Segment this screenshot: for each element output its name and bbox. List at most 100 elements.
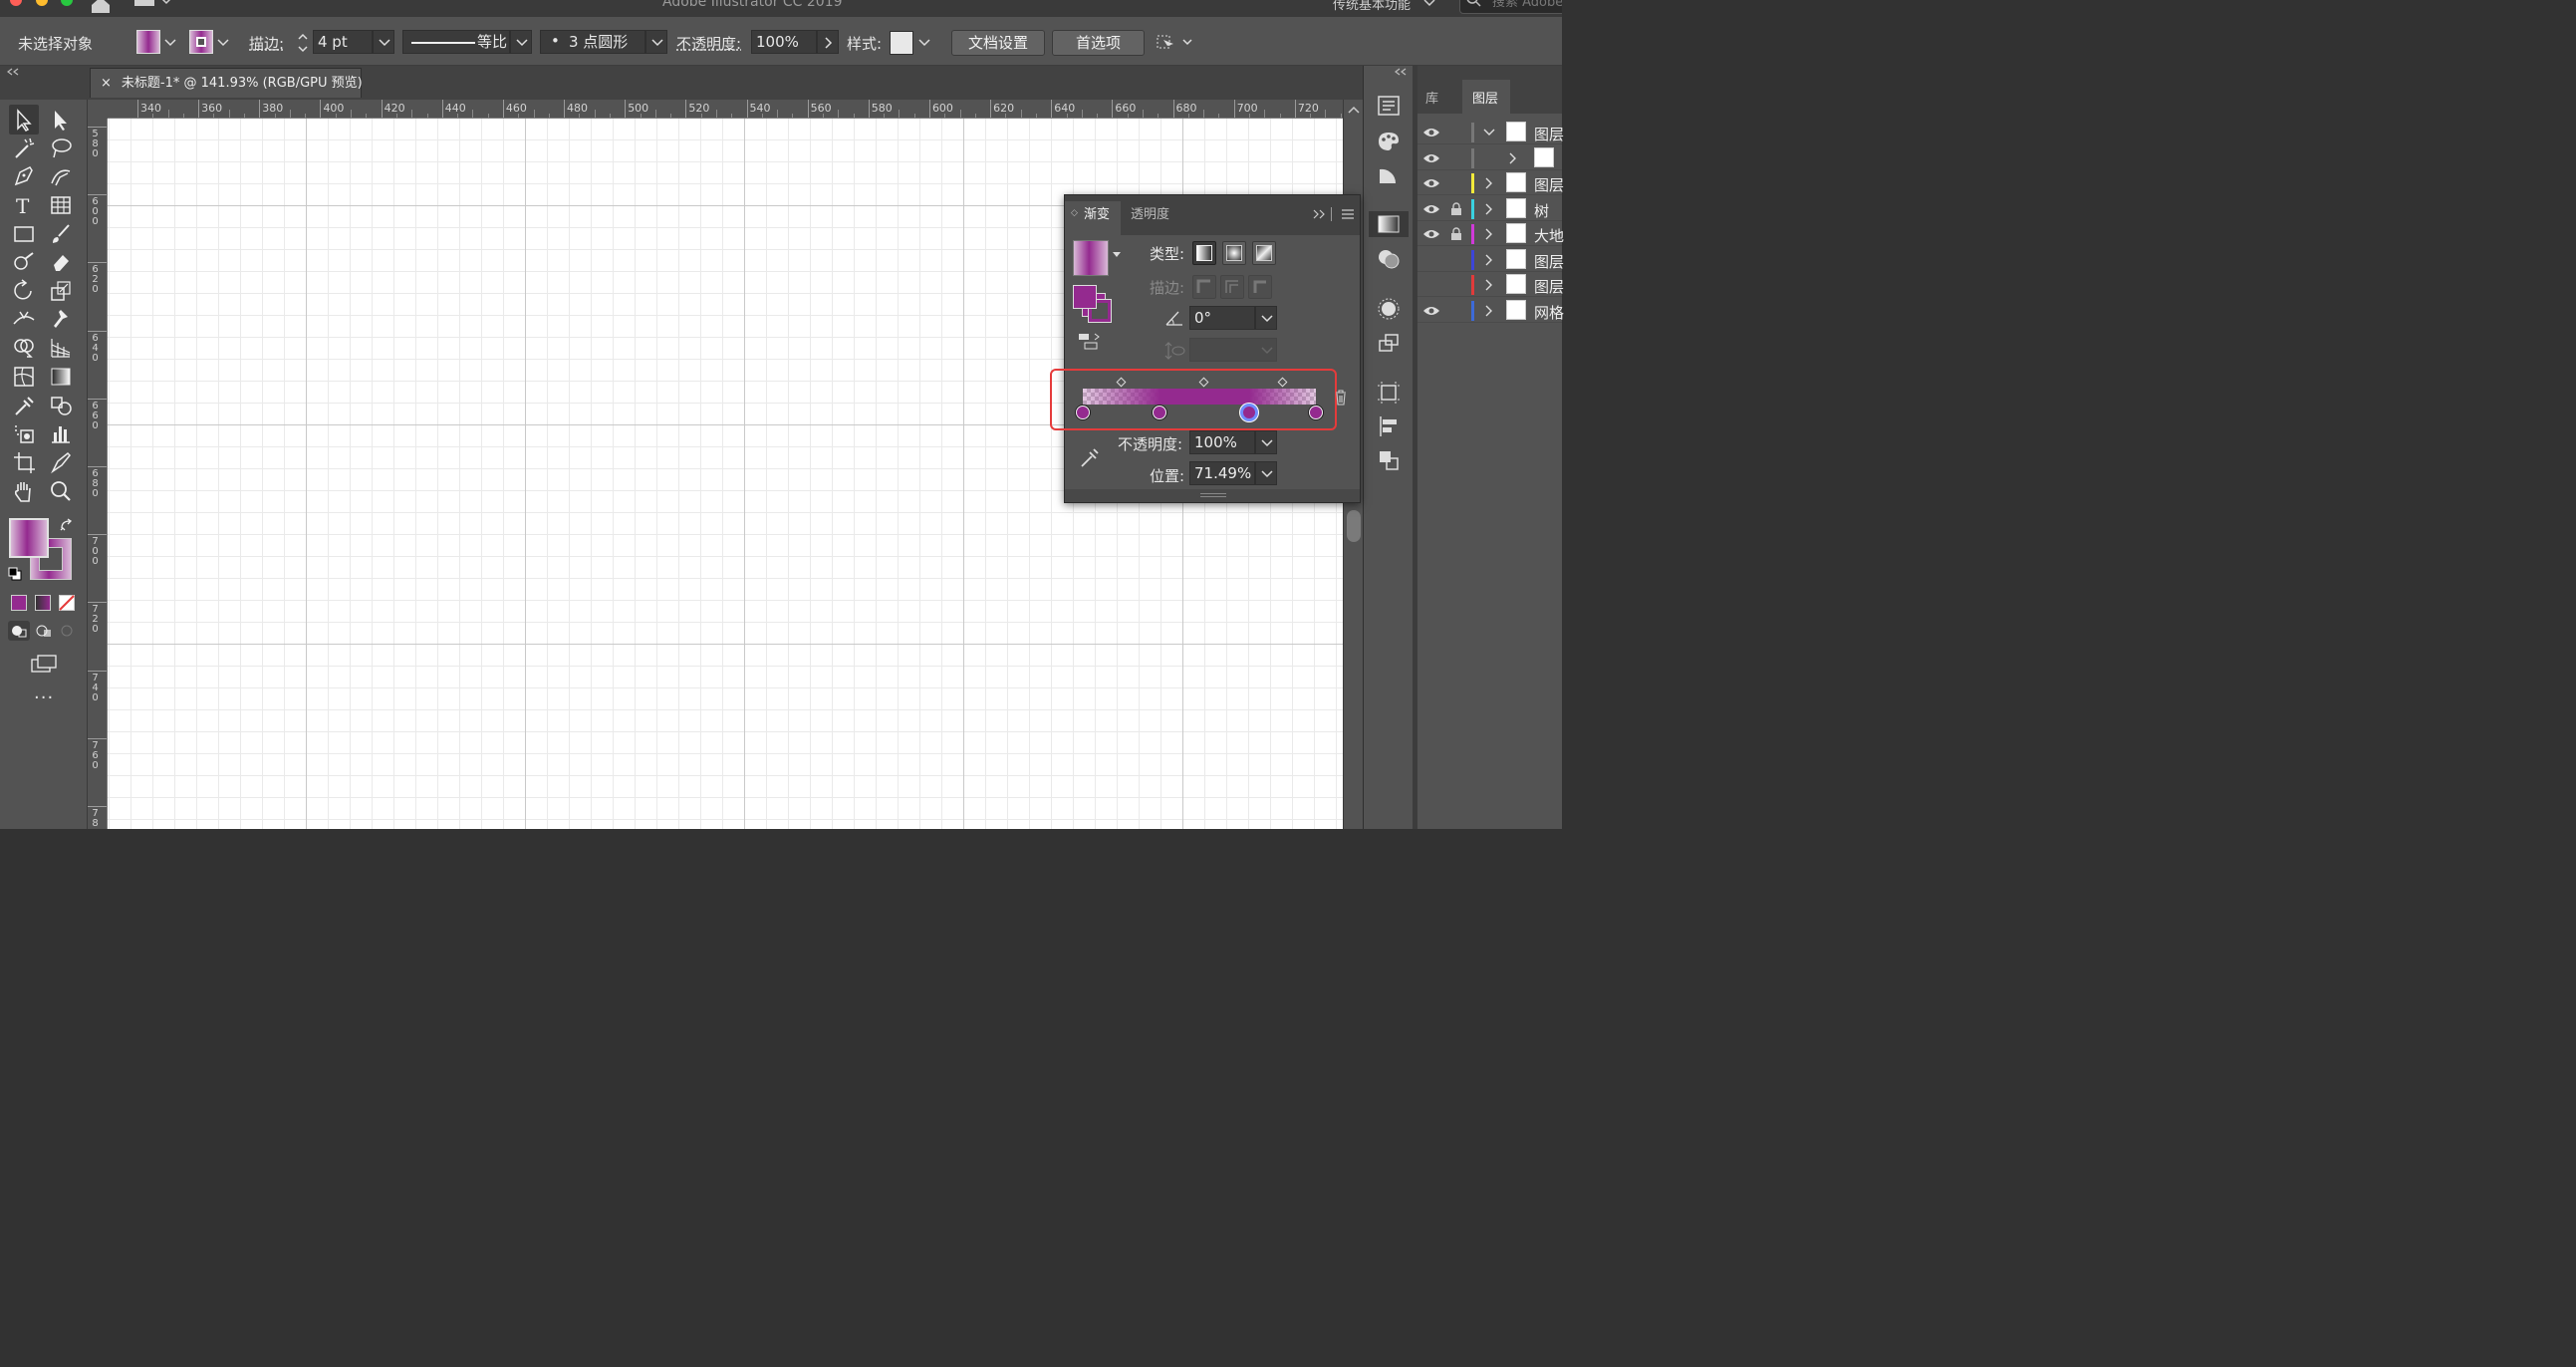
curvature-tool-icon[interactable] [48, 163, 74, 189]
appearance-panel-icon[interactable] [1376, 297, 1402, 321]
draw-normal-button[interactable] [8, 621, 30, 641]
chevron-right-icon[interactable] [1509, 152, 1517, 164]
tab-library[interactable]: 库 [1425, 88, 1438, 107]
eye-icon[interactable] [1422, 177, 1440, 189]
tab-layers[interactable]: 图层 [1472, 88, 1498, 107]
opacity-input[interactable]: 100% [751, 30, 817, 54]
layer-row[interactable]: 图层 [1417, 120, 1564, 144]
fill-color-swatch[interactable] [9, 518, 49, 558]
visibility-toggle[interactable] [1422, 254, 1440, 266]
eye-icon[interactable] [1422, 305, 1440, 317]
layer-row[interactable]: 图层 [1417, 272, 1564, 297]
gradient-panel-icon[interactable] [1376, 212, 1402, 236]
layer-name[interactable]: 网格 [1534, 302, 1564, 323]
direct-selection-tool-icon[interactable] [48, 107, 74, 133]
column-graph-tool-icon[interactable] [48, 420, 74, 446]
horizontal-ruler[interactable]: 340 360 380 400 420 440 460 480 500 520 540 560 580 6… [108, 100, 1343, 119]
gradient-stop[interactable] [1076, 406, 1090, 419]
rotate-tool-icon[interactable] [11, 278, 37, 304]
chevron-down-icon[interactable] [217, 39, 229, 47]
arrange-icon[interactable] [1156, 34, 1195, 52]
stroke-swatch[interactable] [189, 30, 213, 54]
stroke-weight-input[interactable]: 4 pt [313, 30, 373, 54]
panel-menu-icon[interactable] [1342, 208, 1354, 220]
transparency-panel-icon[interactable] [1376, 247, 1402, 271]
stroke-within-button[interactable] [1192, 275, 1216, 299]
draw-inside-button[interactable] [56, 621, 78, 641]
visibility-toggle[interactable] [1422, 279, 1440, 291]
location-dropdown[interactable] [1255, 461, 1277, 485]
table-tool-icon[interactable] [48, 192, 74, 218]
type-tool-icon[interactable]: T [11, 192, 37, 218]
gradient-slider[interactable] [1083, 389, 1316, 405]
panel-options-toggle-icon[interactable]: ◇ [1071, 208, 1078, 218]
screen-mode-icon[interactable] [30, 654, 58, 676]
layer-name[interactable]: 树 [1534, 200, 1549, 221]
transform-panel-icon[interactable] [1376, 381, 1402, 405]
layer-row[interactable]: 树 [1417, 196, 1562, 221]
location-input[interactable]: 71.49% [1189, 461, 1255, 485]
eye-icon[interactable] [1422, 228, 1440, 240]
width-tool-icon[interactable] [11, 306, 37, 332]
hand-tool-icon[interactable] [11, 478, 37, 504]
scroll-thumb[interactable] [1347, 510, 1361, 542]
lasso-tool-icon[interactable] [48, 136, 74, 161]
stroke-across-button[interactable] [1248, 275, 1272, 299]
profile-dropdown[interactable] [510, 30, 532, 54]
collapse-panel-icon[interactable] [1312, 209, 1326, 219]
layer-name[interactable]: 大地 [1534, 225, 1564, 246]
chevron-right-icon[interactable] [1485, 305, 1493, 317]
paintbrush-tool-icon[interactable] [48, 221, 74, 247]
stroke-label[interactable]: 描边: [249, 33, 284, 54]
eye-icon[interactable] [1422, 152, 1440, 164]
collapse-icon[interactable] [1394, 68, 1408, 76]
brush-dropdown[interactable] [645, 30, 667, 54]
chevron-down-icon[interactable] [1483, 129, 1495, 137]
shape-builder-tool-icon[interactable] [11, 335, 37, 361]
stop-opacity-dropdown[interactable] [1255, 430, 1277, 454]
minimize-window-button[interactable] [36, 0, 48, 6]
properties-panel-icon[interactable] [1376, 94, 1402, 118]
draw-behind-button[interactable] [33, 621, 55, 641]
layer-row[interactable]: 网格 [1417, 298, 1564, 323]
none-mode-button[interactable] [59, 595, 75, 611]
lock-icon[interactable] [1450, 227, 1462, 241]
close-window-button[interactable] [10, 0, 22, 6]
pen-tool-icon[interactable] [11, 163, 37, 189]
tab-transparency[interactable]: 透明度 [1131, 195, 1169, 235]
delete-stop-icon[interactable] [1334, 390, 1348, 406]
brush-definition[interactable]: • 3 点圆形 [540, 30, 645, 54]
zoom-window-button[interactable] [61, 0, 73, 6]
gradient-stop[interactable] [1309, 406, 1323, 419]
radial-gradient-button[interactable] [1222, 241, 1246, 265]
magic-wand-tool-icon[interactable] [11, 136, 37, 161]
opacity-label[interactable]: 不透明度: [676, 33, 741, 54]
variable-width-profile[interactable]: 等比 [402, 30, 510, 54]
gradient-tool-icon[interactable] [48, 364, 74, 390]
layer-row[interactable]: 图层 [1417, 170, 1564, 195]
slice-tool-icon[interactable] [48, 449, 74, 475]
home-icon[interactable] [90, 0, 112, 14]
eyedropper-icon[interactable] [1079, 445, 1101, 469]
chevron-right-icon[interactable] [1485, 279, 1493, 291]
chevron-right-icon[interactable] [1485, 228, 1493, 240]
blend-tool-icon[interactable] [48, 393, 74, 418]
scale-tool-icon[interactable] [48, 278, 74, 304]
panel-resize-bar[interactable] [1065, 489, 1360, 502]
layer-row[interactable] [1417, 145, 1562, 170]
color-guide-icon[interactable] [1376, 163, 1402, 187]
default-fill-stroke-icon[interactable] [8, 567, 22, 581]
chevron-down-icon[interactable] [918, 39, 930, 47]
eye-icon[interactable] [1422, 203, 1440, 215]
chevron-right-icon[interactable] [1485, 177, 1493, 189]
arrange-documents-icon[interactable] [134, 0, 174, 10]
close-tab-icon[interactable]: × [101, 76, 112, 91]
document-setup-button[interactable]: 文档设置 [951, 30, 1045, 56]
document-tab[interactable]: × 未标题-1* @ 141.93% (RGB/GPU 预览) [90, 68, 363, 98]
collapse-icon[interactable] [6, 68, 20, 76]
graphic-style-swatch[interactable] [890, 31, 913, 55]
chevron-down-icon[interactable] [1422, 0, 1436, 8]
preferences-button[interactable]: 首选项 [1052, 30, 1145, 56]
angle-dropdown[interactable] [1255, 306, 1277, 330]
stroke-along-button[interactable] [1220, 275, 1244, 299]
